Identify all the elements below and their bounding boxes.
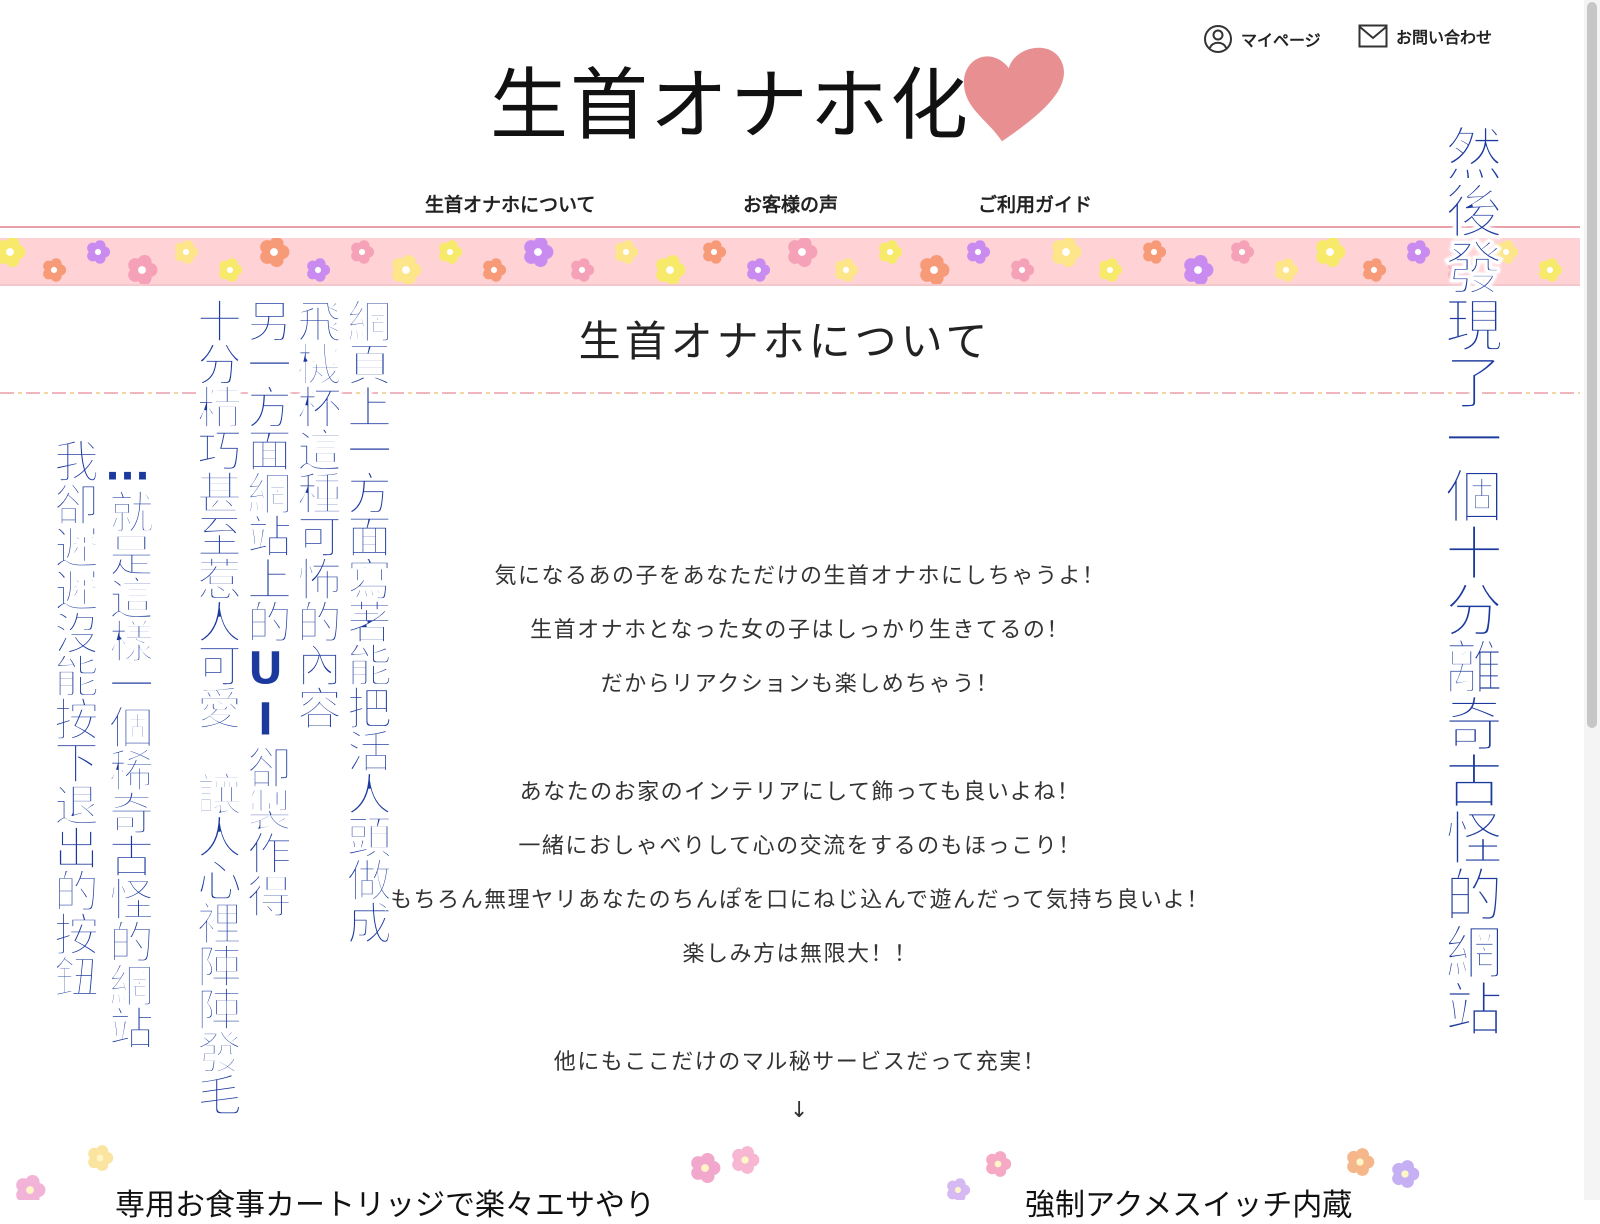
band-top-line [0,226,1580,228]
main-nav: 生首オナホについて お客様の声 ご利用ガイド [0,190,1600,220]
flower-icon [1363,258,1387,282]
flower-icon [260,238,290,267]
flower-icon [175,240,199,264]
flower-icon [483,258,507,282]
flower-icon [439,240,463,264]
contact-label: お問い合わせ [1396,28,1493,47]
flower-icon [947,1178,971,1200]
flower-icon [920,255,950,284]
heart-icon [962,42,1072,146]
flower-pattern [0,238,1563,284]
caption-col-3: 另一方面網站上的UI卻製作得 [239,298,293,917]
flower-icon [615,240,639,264]
caption-col-4: 十分精巧甚至惹人可愛 讓人心裡陣陣發毛 [189,298,243,1116]
flower-icon [732,1146,760,1174]
flower-icon [16,1175,46,1200]
flower-icon [1392,1160,1420,1188]
caption-col-1: 網頁上一方面寫著能把活人頭做成 [339,298,393,944]
caption-right: 然後發現了一個十分離奇古怪的網站 [1435,124,1504,1037]
nav-item-reviews[interactable]: お客様の声 [743,190,838,217]
teaser-feeding[interactable]: 専用お食事カートリッジで楽々エサやり [115,1180,655,1224]
flower-icon [1143,240,1167,264]
flower-icon [1011,258,1035,282]
flower-icon [691,1153,721,1183]
caption-col-6: 我卻遲遲沒能按下退出的按鈕 [46,438,100,998]
flower-icon [986,1151,1012,1177]
flower-icon [1052,238,1082,267]
teaser-switch[interactable]: 強制アクメスイッチ内蔵 [1025,1180,1352,1224]
scrollbar-thumb[interactable] [1587,2,1597,728]
flower-icon [43,258,67,282]
flower-icon [1347,1148,1375,1176]
flower-icon [307,258,331,282]
flower-icon [703,240,727,264]
nav-item-about[interactable]: 生首オナホについて [425,190,595,217]
flower-icon [1275,258,1299,282]
flower-icon [88,1145,114,1171]
flower-icon [351,240,375,264]
flower-icon [967,240,991,264]
flower-icon [835,258,859,282]
scrollbar[interactable] [1584,0,1600,1200]
flower-icon [1184,255,1214,284]
mypage-link[interactable]: マイページ [1203,24,1321,54]
mypage-label: マイページ [1241,31,1321,50]
flower-icon [788,238,818,267]
flower-icon [1231,240,1255,264]
mail-icon [1358,24,1388,48]
contact-link[interactable]: お問い合わせ [1358,24,1492,48]
flower-icon [656,255,686,284]
nav-item-guide[interactable]: ご利用ガイド [978,190,1092,217]
flower-icon [128,255,158,284]
flower-icon [0,238,26,267]
flower-icon [524,238,554,267]
user-icon [1203,24,1233,54]
flower-icon [392,255,422,284]
band-bottom-line [0,284,1580,286]
flower-icon [1407,240,1431,264]
site-logo[interactable]: 生首オナホ化 [490,47,1072,154]
flower-icon [219,258,243,282]
flower-icon [1316,238,1346,267]
flower-band [0,238,1580,284]
flower-icon [879,240,903,264]
flower-icon [87,240,111,264]
caption-col-2: 飛機杯這種可怖的內容 [289,298,343,729]
flower-icon [747,258,771,282]
logo-text: 生首オナホ化 [490,61,971,151]
caption-col-5: …就是這樣一個稀奇古怪的網站 [101,438,155,1049]
flower-icon [1539,258,1563,282]
flower-icon [571,258,595,282]
flower-icon [1099,258,1123,282]
